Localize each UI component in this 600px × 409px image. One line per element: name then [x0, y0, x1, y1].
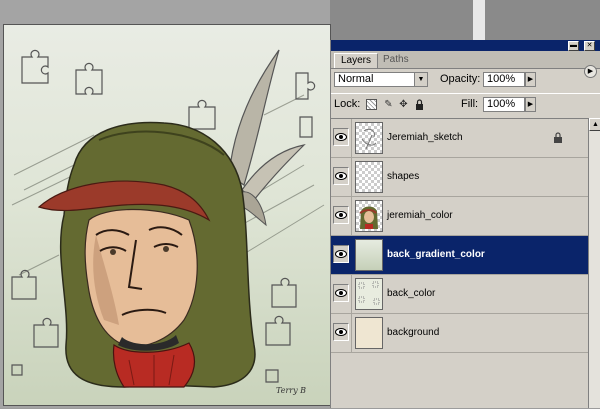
eye-icon[interactable]: [333, 167, 349, 185]
layer-row[interactable]: back_color: [331, 275, 588, 314]
opacity-slider-button[interactable]: ▶: [525, 72, 536, 87]
layer-row[interactable]: Jeremiah_sketch: [331, 119, 588, 158]
close-button[interactable]: ✕: [584, 41, 595, 51]
eye-icon[interactable]: [333, 128, 349, 146]
blend-mode-select[interactable]: Normal ▼: [334, 72, 428, 87]
chevron-down-icon[interactable]: ▼: [414, 73, 427, 86]
eye-icon[interactable]: [333, 245, 349, 263]
layer-name: Jeremiah_sketch: [387, 132, 463, 143]
lock-all-icon[interactable]: [414, 99, 425, 110]
minimize-button[interactable]: ▬: [568, 41, 579, 51]
layer-name: jeremiah_color: [387, 210, 453, 221]
fill-label: Fill:: [461, 98, 479, 110]
workspace-divider: [473, 0, 485, 40]
fill-input[interactable]: 100%: [483, 97, 525, 112]
palette-titlebar: ▬ ✕: [331, 40, 600, 51]
layer-thumbnail: [355, 200, 383, 232]
fill-value: 100%: [487, 98, 516, 110]
blend-opacity-row: Normal ▼ Opacity: 100% ▶: [331, 69, 600, 91]
layer-row[interactable]: jeremiah_color: [331, 197, 588, 236]
layer-divider: [351, 275, 352, 313]
workspace-top-area: [330, 0, 600, 40]
layer-divider: [351, 314, 352, 352]
layer-divider: [351, 197, 352, 235]
layer-name: background: [387, 327, 440, 338]
tab-layers[interactable]: Layers: [334, 53, 379, 68]
illustration: Terry B: [11, 49, 325, 395]
layers-palette: ▬ ✕ Layers Paths ▶ Normal ▼ Opacity: 100…: [330, 40, 600, 408]
opacity-value: 100%: [487, 73, 516, 85]
layer-name: back_gradient_color: [387, 249, 485, 260]
layer-name: back_color: [387, 288, 436, 299]
layer-list-scrollbar[interactable]: ▲: [588, 118, 600, 408]
document-canvas[interactable]: Terry B: [3, 24, 331, 406]
layer-row[interactable]: shapes: [331, 158, 588, 197]
blend-mode-value: Normal: [338, 73, 374, 85]
opacity-label: Opacity:: [440, 73, 481, 85]
layer-thumbnail: [355, 122, 383, 154]
layer-divider: [351, 119, 352, 157]
tab-paths[interactable]: Paths: [377, 53, 415, 67]
layer-thumbnail: [355, 239, 383, 271]
eye-icon[interactable]: [333, 323, 349, 341]
lock-icon: [554, 132, 562, 143]
palette-tabs: Layers Paths ▶: [331, 51, 600, 78]
scroll-up-arrow-icon[interactable]: ▲: [589, 118, 600, 131]
move-icon[interactable]: ✥: [398, 99, 409, 110]
layer-name: shapes: [387, 171, 420, 182]
fill-slider-button[interactable]: ▶: [525, 97, 536, 112]
layer-thumbnail: [355, 317, 383, 349]
opacity-input[interactable]: 100%: [483, 72, 525, 87]
layer-thumbnail: [355, 161, 383, 193]
layer-divider: [351, 236, 352, 274]
brush-icon[interactable]: ✎: [383, 99, 394, 110]
layer-divider: [351, 158, 352, 196]
layer-row[interactable]: background: [331, 314, 588, 353]
layer-row-selected[interactable]: back_gradient_color: [331, 236, 588, 275]
lock-label: Lock:: [334, 98, 361, 110]
eye-icon[interactable]: [333, 284, 349, 302]
layer-list: Jeremiah_sketch shapes jeremiah_color ba…: [331, 118, 588, 409]
eye-icon[interactable]: [333, 206, 349, 224]
signature: Terry B: [276, 386, 306, 395]
lock-transparency-icon[interactable]: [366, 99, 377, 110]
lock-fill-row: Lock: ✎ ✥ Fill: 100% ▶: [331, 93, 600, 116]
layer-thumbnail: [355, 278, 383, 310]
